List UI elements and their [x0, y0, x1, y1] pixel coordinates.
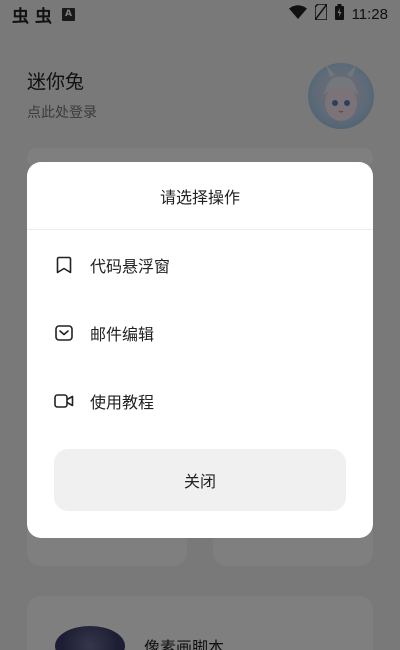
- menu-item-label: 使用教程: [90, 393, 155, 412]
- menu-item-label: 代码悬浮窗: [90, 257, 171, 276]
- menu-item-code-float-window[interactable]: 代码悬浮窗: [27, 243, 373, 287]
- dialog-title: 请选择操作: [27, 162, 373, 230]
- menu-item-tutorial[interactable]: 使用教程: [27, 379, 373, 423]
- bookmark-icon: [53, 254, 75, 276]
- mail-icon: [53, 322, 75, 344]
- menu-item-mail-edit[interactable]: 邮件编辑: [27, 311, 373, 355]
- close-button[interactable]: 关闭: [54, 449, 346, 511]
- video-icon: [53, 390, 75, 412]
- action-dialog: 请选择操作 代码悬浮窗 邮件编辑 使用教程 关闭: [27, 162, 373, 538]
- menu-item-label: 邮件编辑: [90, 325, 155, 344]
